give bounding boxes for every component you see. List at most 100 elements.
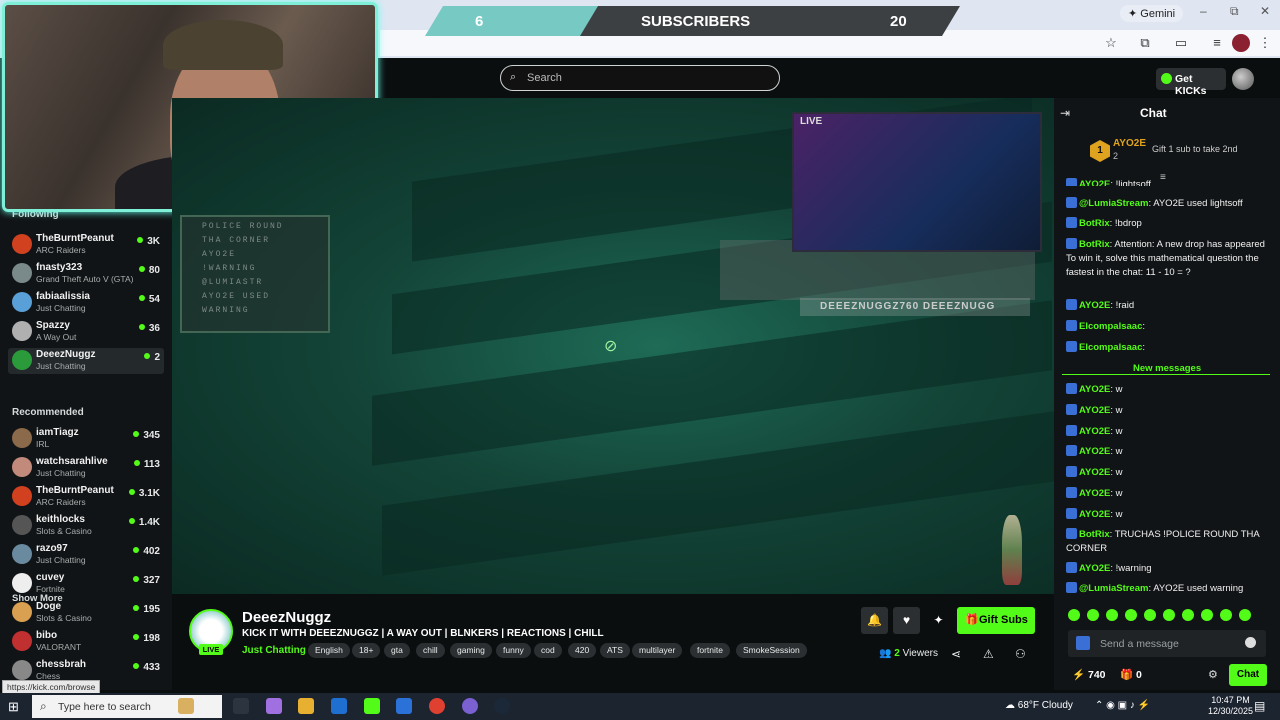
stream-tag[interactable]: multilayer xyxy=(632,643,683,658)
stream-tag[interactable]: cod xyxy=(534,643,562,658)
channel-name[interactable]: fnasty323 xyxy=(36,262,82,273)
kicks-points[interactable]: ⚡ 740 xyxy=(1072,668,1106,681)
sparkle-button[interactable]: ✦ xyxy=(925,607,952,634)
restore-icon[interactable]: ⧉ xyxy=(1230,4,1239,19)
app-icon[interactable] xyxy=(396,698,412,714)
channel-avatar[interactable] xyxy=(12,660,32,680)
channel-name[interactable]: chessbrah xyxy=(36,659,86,670)
file-explorer-icon[interactable] xyxy=(298,698,314,714)
minimize-icon[interactable]: – xyxy=(1200,4,1207,18)
stream-tag[interactable]: gta xyxy=(384,643,410,658)
chrome-icon[interactable] xyxy=(429,698,445,714)
channel-name[interactable]: watchsarahlive xyxy=(36,456,108,467)
chat-username[interactable]: AYO2E xyxy=(1079,426,1110,437)
outlook-icon[interactable] xyxy=(331,698,347,714)
bookmark-star-icon[interactable]: ☆ xyxy=(1102,34,1120,52)
close-icon[interactable]: ✕ xyxy=(1260,4,1270,18)
taskbar-widget-icon[interactable] xyxy=(178,698,194,714)
cast-icon[interactable]: ▭ xyxy=(1172,34,1190,52)
channel-avatar[interactable] xyxy=(12,573,32,593)
send-chat-button[interactable]: Chat xyxy=(1229,664,1267,686)
stream-tag[interactable]: SmokeSession xyxy=(736,643,807,658)
copilot-icon[interactable] xyxy=(266,698,282,714)
channel-name[interactable]: Doge xyxy=(36,601,61,612)
channel-row[interactable]: fabiaalissia Just Chatting 54 xyxy=(8,290,164,316)
channel-name[interactable]: iamTiagz xyxy=(36,427,79,438)
channel-row[interactable]: Doge Slots & Casino 195 xyxy=(8,600,164,626)
stream-tag[interactable]: 18+ xyxy=(352,643,381,658)
stream-tag[interactable]: chill xyxy=(416,643,445,658)
channel-name[interactable]: fabiaalissia xyxy=(36,291,90,302)
chat-username[interactable]: AYO2E xyxy=(1079,563,1110,574)
stream-tag[interactable]: ATS xyxy=(600,643,630,658)
chat-settings-icon[interactable]: ⚙ xyxy=(1208,668,1218,681)
stream-tag[interactable]: 420 xyxy=(568,643,597,658)
channel-name[interactable]: DeeezNuggz xyxy=(36,349,95,360)
channel-row[interactable]: fnasty323 Grand Theft Auto V (GTA) 80 xyxy=(8,261,164,287)
profile-avatar[interactable] xyxy=(1232,34,1250,52)
windows-start-icon[interactable]: ⊞ xyxy=(8,699,19,715)
add-friend-icon[interactable]: ⚇ xyxy=(1015,647,1026,661)
chat-username[interactable]: AYO2E xyxy=(1079,488,1110,499)
task-view-icon[interactable] xyxy=(233,698,249,714)
kebab-menu-icon[interactable]: ⋮ xyxy=(1256,34,1274,52)
channel-name[interactable]: bibo xyxy=(36,630,57,641)
chat-username[interactable]: @LumiaStream xyxy=(1079,583,1148,594)
channel-name[interactable]: TheBurntPeanut xyxy=(36,485,114,496)
stream-category[interactable]: Just Chatting xyxy=(242,645,306,656)
channel-row[interactable]: watchsarahlive Just Chatting 113 xyxy=(8,455,164,481)
chat-username[interactable]: AYO2E xyxy=(1079,405,1110,416)
chat-input[interactable]: Send a message xyxy=(1068,630,1266,657)
system-tray[interactable]: ⌃ ◉ ▣ ♪ ⚡ xyxy=(1095,700,1150,711)
channel-avatar[interactable] xyxy=(12,457,32,477)
steam-icon[interactable] xyxy=(494,698,510,714)
channel-avatar[interactable] xyxy=(12,234,32,254)
discord-icon[interactable] xyxy=(462,698,478,714)
channel-avatar[interactable] xyxy=(12,321,32,341)
stream-tag[interactable]: gaming xyxy=(450,643,492,658)
collapse-chat-icon[interactable]: ⇥ xyxy=(1060,106,1070,120)
emote-bar[interactable] xyxy=(1068,609,1268,623)
media-icon[interactable]: ≡ xyxy=(1208,34,1226,52)
chat-username[interactable]: AYO2E xyxy=(1079,509,1110,520)
channel-avatar[interactable] xyxy=(12,263,32,283)
channel-row[interactable]: TheBurntPeanut ARC Raiders 3.1K xyxy=(8,484,164,510)
report-icon[interactable]: ⚠ xyxy=(983,647,994,661)
clock[interactable]: 10:47 PM 12/30/2025 xyxy=(1208,695,1253,717)
channel-avatar[interactable] xyxy=(12,631,32,651)
chat-username[interactable]: AYO2E xyxy=(1079,467,1110,478)
channel-avatar[interactable] xyxy=(12,292,32,312)
notification-icon[interactable]: ▤ xyxy=(1254,699,1265,713)
chat-username[interactable]: AYO2E xyxy=(1079,446,1110,457)
gemini-button[interactable]: ✦ Gemini xyxy=(1120,5,1184,22)
chat-username[interactable]: AYO2E xyxy=(1079,179,1110,186)
stream-tag[interactable]: English xyxy=(308,643,350,658)
channel-avatar[interactable] xyxy=(12,486,32,506)
extensions-icon[interactable]: ⧉ xyxy=(1136,34,1154,52)
channel-row[interactable]: Spazzy A Way Out 36 xyxy=(8,319,164,345)
channel-row[interactable]: razo97 Just Chatting 402 xyxy=(8,542,164,568)
gift-subs-button[interactable]: 🎁 Gift Subs xyxy=(957,607,1035,634)
channel-row[interactable]: cuvey Fortnite 327 xyxy=(8,571,164,597)
chat-username[interactable]: @LumiaStream xyxy=(1079,198,1148,209)
follow-heart-button[interactable]: ♥ xyxy=(893,607,920,634)
channel-name[interactable]: keithlocks xyxy=(36,514,85,525)
channel-row[interactable]: keithlocks Slots & Casino 1.4K xyxy=(8,513,164,539)
kick-app-icon[interactable] xyxy=(364,698,380,714)
channel-row[interactable]: iamTiagz IRL 345 xyxy=(8,426,164,452)
chat-identity-icon[interactable] xyxy=(1076,636,1090,650)
chat-username[interactable]: Elcompalsaac xyxy=(1079,321,1142,332)
channel-name[interactable]: cuvey xyxy=(36,572,64,583)
channel-avatar[interactable] xyxy=(12,544,32,564)
chat-username[interactable]: AYO2E xyxy=(1079,384,1110,395)
chat-username[interactable]: BotRix xyxy=(1079,218,1110,229)
streamer-name[interactable]: DeeezNuggz xyxy=(242,609,331,626)
channel-avatar[interactable] xyxy=(12,428,32,448)
get-kicks-button[interactable]: Get KICKs xyxy=(1156,68,1226,97)
notification-bell-button[interactable]: 🔔 xyxy=(861,607,888,634)
channel-avatar[interactable] xyxy=(12,350,32,370)
search-input[interactable]: ⌕ Search xyxy=(500,65,780,91)
channel-row[interactable]: TheBurntPeanut ARC Raiders 3K xyxy=(8,232,164,258)
channel-row[interactable]: bibo VALORANT 198 xyxy=(8,629,164,655)
user-avatar[interactable] xyxy=(1232,68,1254,90)
